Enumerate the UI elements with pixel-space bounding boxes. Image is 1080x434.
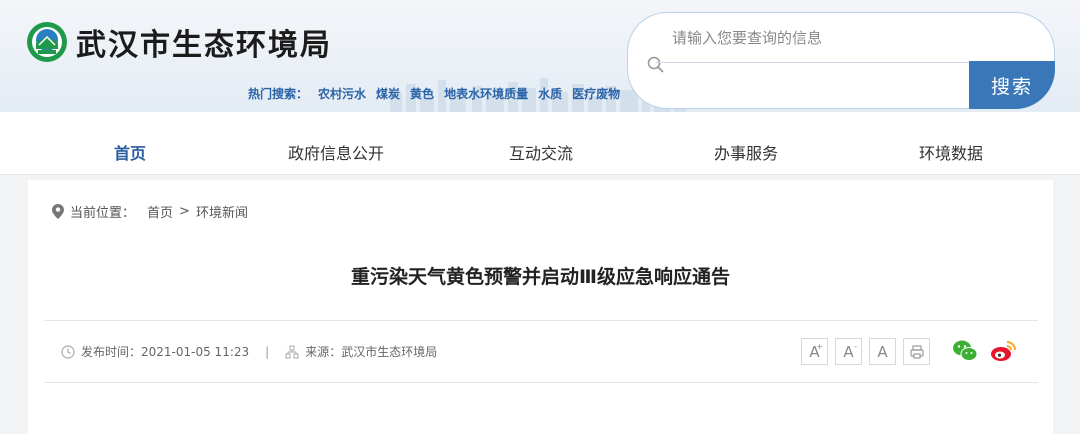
article-container: 当前位置： 首页 > 环境新闻 重污染天气黄色预警并启动Ⅲ级应急响应通告 发布时… — [28, 180, 1053, 434]
search-button[interactable]: 搜索 — [969, 61, 1055, 109]
meta-divider: | — [265, 344, 270, 359]
article-tools: A + A - A — [801, 338, 930, 365]
wechat-icon[interactable] — [951, 337, 979, 365]
search-box: 搜索 — [627, 12, 1055, 109]
breadcrumb-news-link[interactable]: 环境新闻 — [196, 202, 248, 221]
font-decrease-label: A — [843, 342, 854, 361]
minus-mark: - — [854, 342, 857, 351]
mee-emblem-icon — [27, 22, 67, 62]
breadcrumb-home-link[interactable]: 首页 — [147, 202, 173, 221]
breadcrumb-label: 当前位置： — [70, 206, 136, 221]
hot-search-link[interactable]: 农村污水 — [318, 85, 366, 102]
nav-item-services[interactable]: 办事服务 — [714, 140, 778, 164]
hot-search-link[interactable]: 地表水环境质量 — [444, 85, 528, 102]
nav-item-gov-info[interactable]: 政府信息公开 — [288, 140, 384, 164]
source-icon — [285, 345, 299, 358]
article-meta: 发布时间：2021-01-05 11:23 | 来源：武汉市生态环境局 — [61, 343, 437, 360]
clock-icon — [61, 344, 75, 359]
site-title: 武汉市生态环境局 — [76, 28, 332, 63]
article-title: 重污染天气黄色预警并启动Ⅲ级应急响应通告 — [351, 266, 730, 288]
hot-search-label: 热门搜索： — [248, 87, 309, 101]
share-bar — [951, 337, 1017, 365]
hot-search-link[interactable]: 水质 — [538, 85, 562, 102]
site-logo[interactable]: 武汉市生态环境局 — [26, 20, 332, 64]
plus-mark: + — [816, 342, 823, 351]
breadcrumb-separator: > — [179, 204, 190, 219]
nav-item-env-data[interactable]: 环境数据 — [919, 140, 983, 164]
font-default-label: A — [877, 342, 888, 361]
divider-top — [44, 320, 1038, 321]
font-increase-button[interactable]: A + — [801, 338, 828, 365]
hot-search: 热门搜索： 农村污水 煤炭 黄色 地表水环境质量 水质 医疗废物 — [248, 85, 620, 102]
print-button[interactable] — [903, 338, 930, 365]
search-icon — [647, 56, 664, 73]
publish-time: 发布时间：2021-01-05 11:23 — [81, 345, 250, 359]
hot-search-link[interactable]: 煤炭 — [376, 85, 400, 102]
font-default-button[interactable]: A — [869, 338, 896, 365]
article-source: 来源：武汉市生态环境局 — [305, 345, 438, 359]
weibo-icon[interactable] — [989, 337, 1017, 365]
print-icon — [909, 344, 924, 359]
font-decrease-button[interactable]: A - — [835, 338, 862, 365]
search-input[interactable] — [672, 27, 972, 49]
nav-item-interaction[interactable]: 互动交流 — [509, 140, 573, 164]
search-underline — [656, 62, 970, 63]
nav-item-home[interactable]: 首页 — [114, 140, 146, 164]
breadcrumb: 当前位置： 首页 > 环境新闻 — [52, 202, 248, 221]
hot-search-link[interactable]: 黄色 — [410, 85, 434, 102]
divider-bottom — [44, 382, 1038, 383]
site-header: 武汉市生态环境局 热门搜索： 农村污水 煤炭 黄色 地表水环境质量 水质 医疗废… — [0, 0, 1080, 112]
hot-search-link[interactable]: 医疗废物 — [572, 85, 620, 102]
main-nav: 首页 政府信息公开 互动交流 办事服务 环境数据 — [0, 112, 1080, 175]
location-pin-icon — [52, 204, 64, 219]
